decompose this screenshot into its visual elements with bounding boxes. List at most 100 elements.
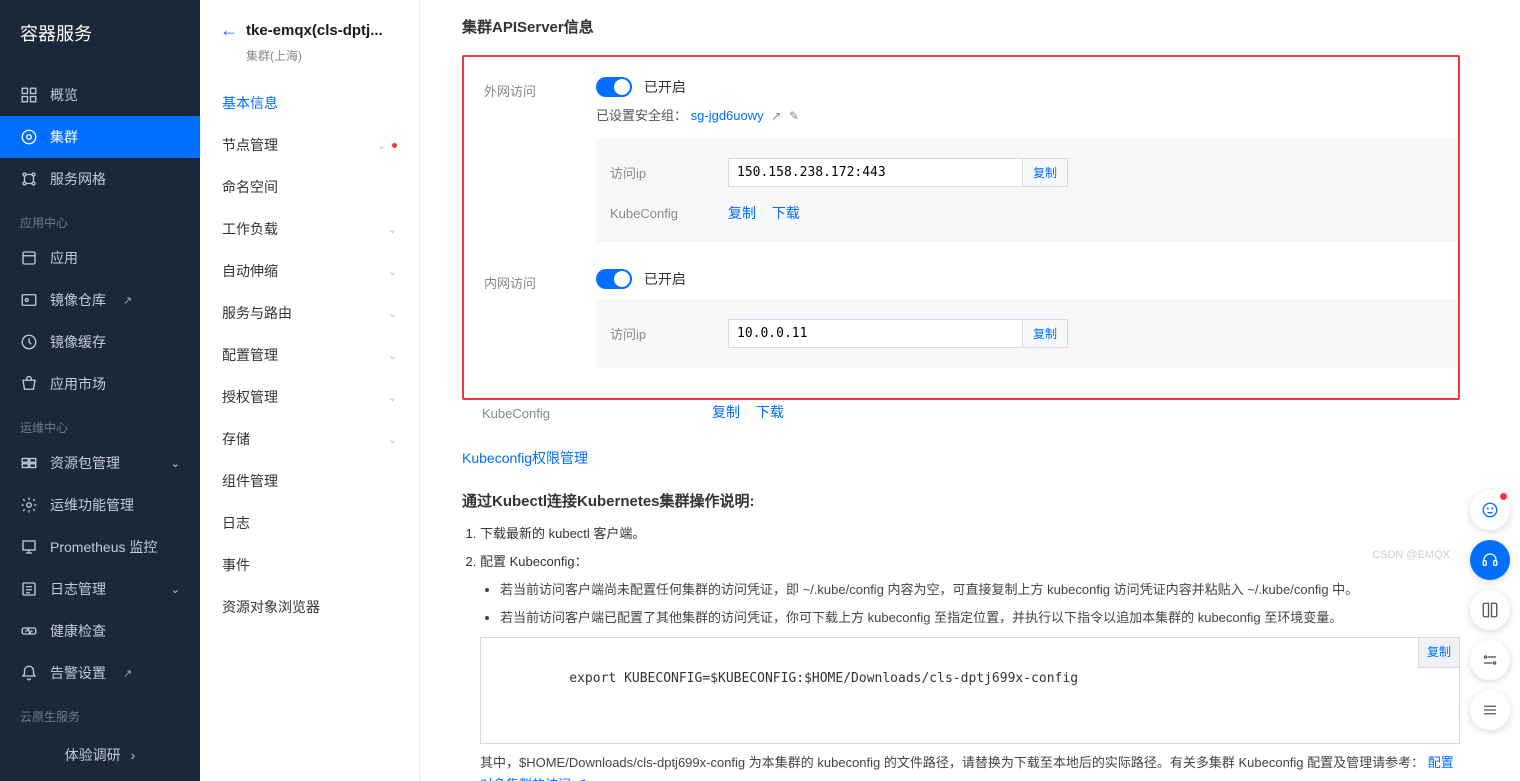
tab-config-mgmt[interactable]: 配置管理⌄ <box>200 334 419 376</box>
copy-internal-ip-button[interactable]: 复制 <box>1023 319 1068 348</box>
nav-label: 资源包管理 <box>50 453 120 473</box>
copy-kubeconfig-link-2[interactable]: 复制 <box>712 404 740 420</box>
highlighted-region: 外网访问 已开启 已设置安全组： sg-jgd6uowy ↗ ✎ 访问ip <box>462 55 1460 400</box>
step-2: 配置 Kubeconfig： <box>480 554 588 569</box>
tab-log[interactable]: 日志 <box>200 502 419 544</box>
chevron-down-icon: ⌄ <box>388 433 397 446</box>
nav-label: 健康检查 <box>50 621 106 641</box>
tab-basic-info[interactable]: 基本信息 <box>200 82 419 124</box>
external-link-icon[interactable]: ↗ <box>771 109 781 123</box>
copy-kubeconfig-link[interactable]: 复制 <box>728 205 756 221</box>
edit-icon[interactable]: ✎ <box>789 109 799 123</box>
internal-ip-input[interactable] <box>728 319 1023 348</box>
nav-label: 应用 <box>50 248 78 268</box>
tab-node-mgmt[interactable]: 节点管理 ⌄ <box>200 124 419 166</box>
nav-app[interactable]: 应用 <box>0 237 200 279</box>
docs-button[interactable] <box>1470 590 1510 630</box>
alert-icon <box>20 664 38 682</box>
tab-namespace[interactable]: 命名空间 <box>200 166 419 208</box>
ops-icon <box>20 496 38 514</box>
tab-label: 节点管理 <box>222 135 278 155</box>
cluster-region: 集群(上海) <box>200 45 419 82</box>
app-icon <box>20 249 38 267</box>
nav-cluster[interactable]: 集群 <box>0 116 200 158</box>
tab-storage[interactable]: 存储⌄ <box>200 418 419 460</box>
section-ops-center: 运维中心 <box>0 405 200 442</box>
nav-resource-pkg[interactable]: 资源包管理 ⌄ <box>0 442 200 484</box>
nav-label: 运维功能管理 <box>50 495 134 515</box>
step-2-bullet-2: 若当前访问客户端已配置了其他集群的访问凭证，你可下载上方 kubeconfig … <box>500 607 1460 629</box>
back-button[interactable]: ← <box>220 20 238 41</box>
kubeconfig-permission-link[interactable]: Kubeconfig权限管理 <box>462 450 588 466</box>
external-ip-input[interactable] <box>728 158 1023 187</box>
internal-access-label: 内网访问 <box>464 269 596 378</box>
tab-component-mgmt[interactable]: 组件管理 <box>200 460 419 502</box>
kubeconfig-label-2: KubeConfig <box>462 402 594 422</box>
support-button[interactable] <box>1470 540 1510 580</box>
tab-auth-mgmt[interactable]: 授权管理⌄ <box>200 376 419 418</box>
nav-alert-settings[interactable]: 告警设置 ↗ <box>0 652 200 694</box>
tab-resource-browser[interactable]: 资源对象浏览器 <box>200 586 419 628</box>
tab-label: 资源对象浏览器 <box>222 597 320 617</box>
copy-external-ip-button[interactable]: 复制 <box>1023 158 1068 187</box>
instruction-list: 下载最新的 kubectl 客户端。 配置 Kubeconfig： 若当前访问客… <box>462 523 1460 781</box>
nav-prometheus[interactable]: Prometheus 监控 <box>0 526 200 568</box>
access-ip-label: 访问ip <box>610 163 728 182</box>
nav-health-check[interactable]: 健康检查 <box>0 610 200 652</box>
tab-workload[interactable]: 工作负载⌄ <box>200 208 419 250</box>
tab-label: 命名空间 <box>222 177 278 197</box>
nav-log-mgmt[interactable]: 日志管理 ⌄ <box>0 568 200 610</box>
chevron-down-icon: ⌄ <box>171 457 180 470</box>
external-link-icon: ↗ <box>575 777 588 781</box>
nav-label: 应用市场 <box>50 374 106 394</box>
step-1: 下载最新的 kubectl 客户端。 <box>480 523 1460 545</box>
nav-label: 告警设置 <box>50 663 106 683</box>
tab-label: 组件管理 <box>222 471 278 491</box>
external-access-toggle[interactable] <box>596 77 632 97</box>
nav-overview[interactable]: 概览 <box>0 74 200 116</box>
external-link-icon: ↗ <box>123 667 132 680</box>
chevron-down-icon: ⌄ <box>377 139 386 152</box>
primary-sidebar: 容器服务 概览 集群 服务网格 应用中心 应用 镜像仓库 ↗ 镜像缓存 <box>0 0 200 781</box>
tab-label: 事件 <box>222 555 250 575</box>
more-button[interactable] <box>1470 690 1510 730</box>
tab-autoscale[interactable]: 自动伸缩⌄ <box>200 250 419 292</box>
settings-button[interactable] <box>1470 640 1510 680</box>
step-2-bullet-1: 若当前访问客户端尚未配置任何集群的访问凭证，即 ~/.kube/config 内… <box>500 579 1460 601</box>
tab-label: 服务与路由 <box>222 303 292 323</box>
tab-label: 日志 <box>222 513 250 533</box>
notification-dot <box>1500 493 1507 500</box>
download-kubeconfig-link-2[interactable]: 下载 <box>756 404 784 420</box>
chevron-down-icon: ⌄ <box>388 391 397 404</box>
tab-label: 自动伸缩 <box>222 261 278 281</box>
nav-label: 概览 <box>50 85 78 105</box>
code-1-text: export KUBECONFIG=$KUBECONFIG:$HOME/Down… <box>569 671 1078 686</box>
internal-access-box: 访问ip 复制 <box>596 299 1458 368</box>
chevron-down-icon: ⌄ <box>388 307 397 320</box>
chevron-down-icon: ⌄ <box>388 349 397 362</box>
package-icon <box>20 454 38 472</box>
copy-code-1-button[interactable]: 复制 <box>1418 638 1459 667</box>
survey-button[interactable]: 体验调研 › <box>0 731 200 779</box>
tab-service-route[interactable]: 服务与路由 ⌄ <box>200 292 419 334</box>
product-title: 容器服务 <box>0 0 200 74</box>
section-app-center: 应用中心 <box>0 200 200 237</box>
nav-image-repo[interactable]: 镜像仓库 ↗ <box>0 279 200 321</box>
nav-image-cache[interactable]: 镜像缓存 <box>0 321 200 363</box>
security-group-link[interactable]: sg-jgd6uowy <box>691 108 764 123</box>
notification-dot <box>392 143 397 148</box>
assistant-button[interactable] <box>1470 490 1510 530</box>
external-access-label: 外网访问 <box>464 77 596 253</box>
nav-label: 镜像仓库 <box>50 290 106 310</box>
cache-icon <box>20 333 38 351</box>
download-kubeconfig-link[interactable]: 下载 <box>772 205 800 221</box>
nav-ops-feature[interactable]: 运维功能管理 <box>0 484 200 526</box>
external-link-icon: ↗ <box>123 294 132 307</box>
internal-access-toggle[interactable] <box>596 269 632 289</box>
overview-icon <box>20 86 38 104</box>
nav-service-mesh[interactable]: 服务网格 <box>0 158 200 200</box>
tab-event[interactable]: 事件 <box>200 544 419 586</box>
market-icon <box>20 375 38 393</box>
nav-app-market[interactable]: 应用市场 <box>0 363 200 405</box>
section-cloud-native: 云原生服务 <box>0 694 200 731</box>
